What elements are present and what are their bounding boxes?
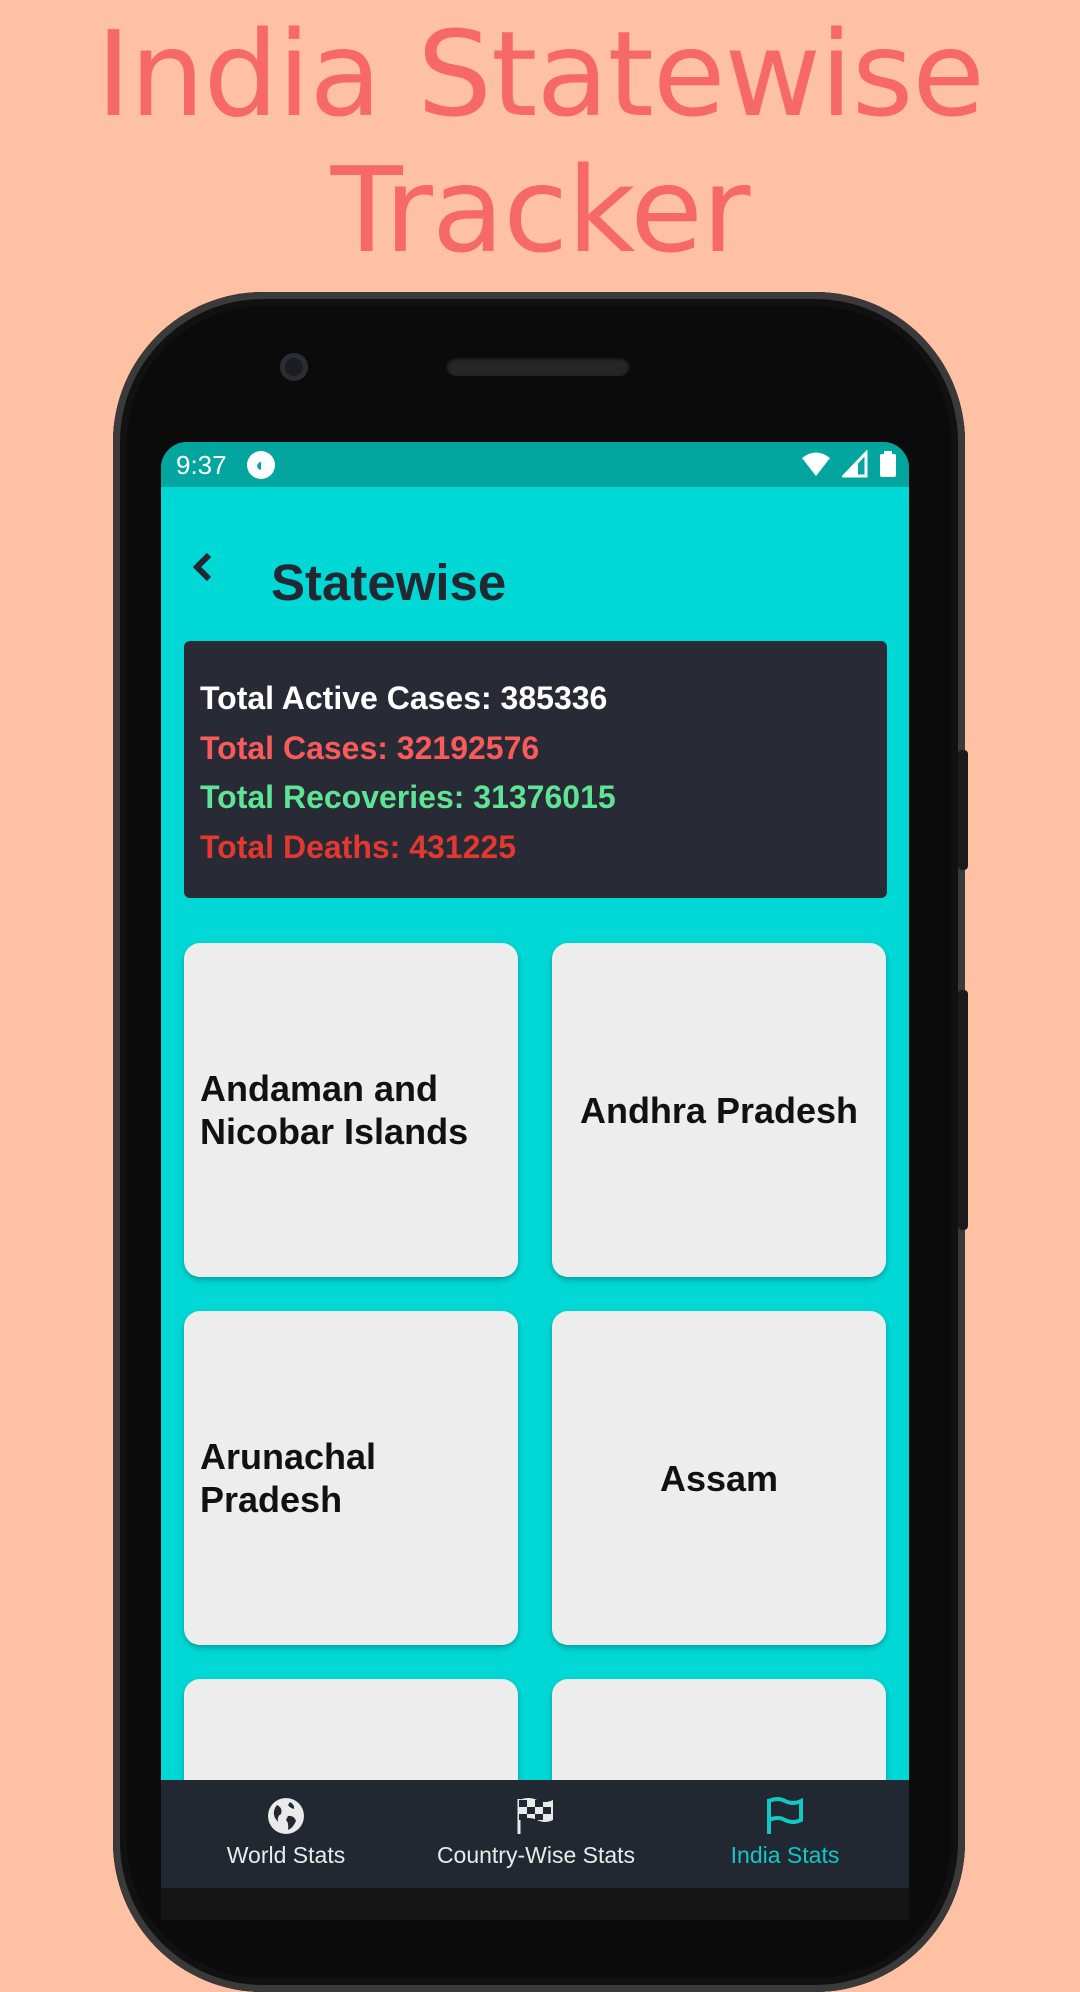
flag-icon [767,1797,803,1834]
globe-icon [268,1798,304,1834]
checkered-flag-icon [517,1798,553,1834]
state-name: Arunachal Pradesh [200,1436,377,1520]
nav-country-wise-stats[interactable]: Country-Wise Stats [411,1780,661,1888]
back-arrow-icon[interactable] [185,547,225,587]
bottom-navigation: World Stats Country-Wise Stats India Sta… [161,1780,909,1888]
state-card-andaman-and-nicobar-islands[interactable]: Andaman and Nicobar Islands [184,943,518,1277]
page-title: Statewise [271,554,507,611]
nav-india-stats[interactable]: India Stats [661,1780,909,1888]
earpiece-speaker [446,356,630,376]
total-active-cases: Total Active Cases: 385336 [200,680,608,716]
front-camera [280,353,308,381]
nav-label: Country-Wise Stats [436,1842,636,1868]
signal-icon [841,450,868,478]
app-notification-icon: ◐ [247,451,275,479]
phone-power-button [958,990,968,1230]
total-deaths: Total Deaths: 431225 [200,828,516,865]
status-bar: 9:37 ◐ [161,442,909,487]
wifi-icon [801,452,830,476]
state-card-andhra-pradesh[interactable]: Andhra Pradesh [552,943,886,1277]
state-card-arunachal-pradesh[interactable]: Arunachal Pradesh [184,1311,518,1645]
state-name: Assam [659,1457,779,1499]
status-time: 9:37 [176,450,227,480]
state-card-assam[interactable]: Assam [552,1311,886,1645]
promo-title-line-2: Tracker [330,141,751,279]
total-cases: Total Cases: 32192576 [200,729,540,766]
battery-icon [880,451,896,477]
promo-title-line-1: India Statewise [96,5,985,143]
nav-label: World Stats [226,1842,346,1868]
app-screen: 9:37 ◐ Statewise Total Active Cases: 385… [161,442,909,1920]
state-name: Andhra Pradesh [579,1089,859,1131]
status-icons [797,450,897,480]
state-name: Andaman and Nicobar Islands [200,1068,469,1152]
summary-card: Total Active Cases: 385336 Total Cases: … [184,641,887,898]
system-navigation-bar [161,1888,909,1920]
nav-world-stats[interactable]: World Stats [161,1780,411,1888]
phone-volume-button [958,750,968,870]
app-bar: Statewise [161,487,909,650]
total-recoveries: Total Recoveries: 31376015 [200,779,616,815]
nav-label: India Stats [730,1842,840,1868]
promo-title: India Statewise Tracker [0,6,1080,278]
